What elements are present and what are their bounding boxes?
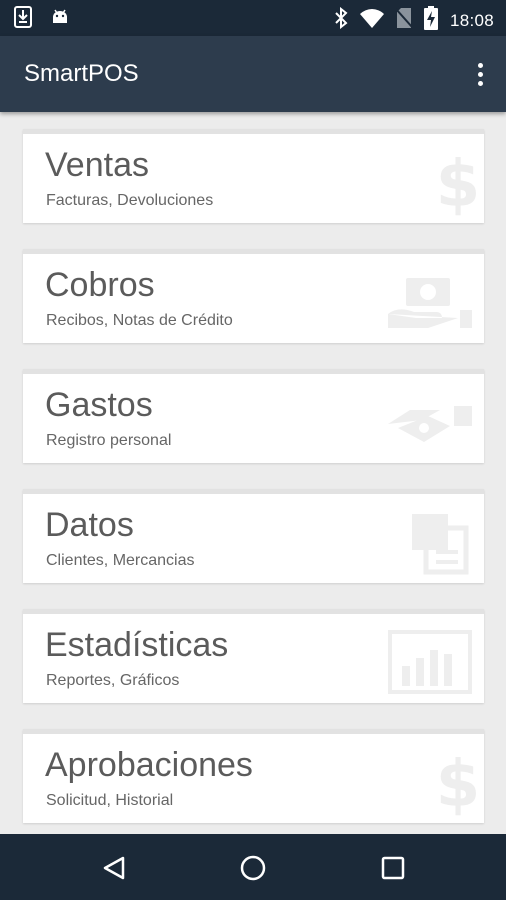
app-bar: SmartPOS xyxy=(0,36,506,112)
battery-charging-icon xyxy=(423,6,438,35)
menu-item-title: Ventas xyxy=(45,146,149,184)
menu-item-title: Estadísticas xyxy=(45,626,229,664)
no-sim-icon xyxy=(395,7,413,34)
app-title: SmartPOS xyxy=(24,60,139,87)
bar-chart-icon xyxy=(384,624,476,696)
svg-text:$: $ xyxy=(436,148,476,216)
status-bar: 18:08 xyxy=(0,0,506,36)
menu-item-subtitle: Facturas, Devoluciones xyxy=(46,192,214,209)
wifi-icon xyxy=(359,8,384,33)
documents-icon xyxy=(384,504,476,576)
menu-item-title: Gastos xyxy=(45,386,153,424)
recents-icon[interactable] xyxy=(373,848,413,888)
bluetooth-icon xyxy=(334,6,348,34)
menu-item-datos[interactable]: Datos Clientes, Mercancias xyxy=(23,489,484,583)
menu-item-gastos[interactable]: Gastos Registro personal xyxy=(23,369,484,463)
menu-item-subtitle: Clientes, Mercancias xyxy=(46,552,195,569)
menu-item-cobros[interactable]: Cobros Recibos, Notas de Crédito xyxy=(23,249,484,343)
menu-item-title: Datos xyxy=(45,506,134,544)
svg-text:$: $ xyxy=(436,748,476,816)
menu-item-subtitle: Registro personal xyxy=(46,432,172,449)
dollar-icon: $ xyxy=(384,144,481,222)
menu-list: Ventas Facturas, Devoluciones $ Cobros R… xyxy=(0,112,506,834)
menu-item-title: Aprobaciones xyxy=(45,746,253,784)
menu-item-subtitle: Solicitud, Historial xyxy=(46,792,174,809)
payment-handshake-icon xyxy=(384,384,476,456)
dollar-icon: $ xyxy=(384,744,481,822)
menu-item-subtitle: Reportes, Gráficos xyxy=(46,672,180,689)
status-time: 18:08 xyxy=(449,10,494,30)
home-icon[interactable] xyxy=(233,848,273,888)
navigation-bar xyxy=(0,834,506,900)
menu-item-estadisticas[interactable]: Estadísticas Reportes, Gráficos xyxy=(23,609,484,703)
cash-hand-icon xyxy=(384,264,476,336)
menu-item-subtitle: Recibos, Notas de Crédito xyxy=(46,312,233,329)
back-icon[interactable] xyxy=(94,848,134,888)
more-vert-icon[interactable] xyxy=(470,58,490,90)
menu-item-aprobaciones[interactable]: Aprobaciones Solicitud, Historial $ xyxy=(23,729,484,823)
download-icon xyxy=(14,6,32,33)
menu-item-title: Cobros xyxy=(45,266,155,304)
menu-item-ventas[interactable]: Ventas Facturas, Devoluciones $ xyxy=(23,129,484,223)
android-icon xyxy=(50,6,70,33)
